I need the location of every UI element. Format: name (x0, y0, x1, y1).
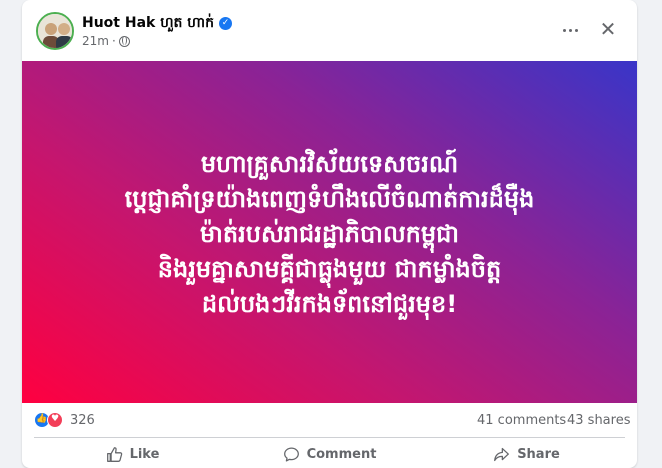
post-image-line: និងរួមគ្នាសាមគ្គីជាធ្លុងមួយ ជាកម្លាំងចិត… (157, 254, 502, 283)
more-options-button[interactable] (558, 18, 582, 42)
post-image-line: ប្ដេជ្ញាគាំទ្រយ៉ាងពេញទំហឹងលើចំណាត់ការដ៏ម… (124, 184, 535, 213)
avatar[interactable] (36, 12, 74, 50)
meta-separator: · (111, 34, 116, 48)
close-button[interactable]: ✕ (596, 18, 620, 42)
comment-button[interactable]: Comment (231, 440, 428, 468)
comment-icon (283, 446, 299, 462)
post-image-line: ម៉ាត់របស់រាជរដ្ឋាភិបាលកម្ពុជា (200, 219, 459, 248)
share-icon (494, 447, 510, 461)
post-meta: 21m · (82, 34, 130, 48)
post-image-line: មហាគ្រួសារវិស័យទេសចរណ៍ (200, 149, 459, 178)
post-image-text: មហាគ្រួសារវិស័យទេសចរណ៍ ប្ដេជ្ញាគាំទ្រយ៉ា… (95, 147, 565, 322)
author-name[interactable]: Huot Hak ហួត ហាក់ ✓ (82, 13, 232, 34)
reaction-count[interactable]: 326 (70, 413, 95, 428)
author-name-label[interactable]: Huot Hak ហួត ហាក់ (82, 13, 214, 34)
like-button[interactable]: Like (34, 440, 231, 468)
post-image-line: ដល់បងៗវីរកងទ័ពនៅជួរមុខ! (201, 289, 458, 318)
verified-badge-icon: ✓ (218, 17, 232, 30)
globe-icon[interactable] (118, 35, 130, 47)
post-image[interactable]: មហាគ្រួសារវិស័យទេសចរណ៍ ប្ដេជ្ញាគាំទ្រយ៉ា… (22, 61, 637, 403)
action-bar: Like Comment Share (34, 440, 625, 468)
reaction-icons[interactable]: 👍 ♥ (34, 412, 63, 428)
like-label: Like (129, 446, 160, 462)
more-horizontal-icon (562, 28, 566, 32)
shares-count[interactable]: 43 shares (567, 413, 630, 428)
divider (34, 437, 625, 438)
post-header: Huot Hak ហួត ហាក់ ✓ 21m · ✕ (22, 0, 637, 60)
reactions-bar: 👍 ♥ 326 41 comments 43 shares (22, 403, 637, 437)
comment-label: Comment (306, 446, 377, 462)
post-card: Huot Hak ហួត ហាក់ ✓ 21m · ✕ មហាគ្រួសារវិ… (22, 0, 637, 468)
post-time[interactable]: 21m (82, 34, 109, 48)
love-reaction-icon: ♥ (47, 412, 63, 428)
thumbs-up-icon (106, 446, 122, 462)
share-label: Share (517, 446, 560, 462)
share-button[interactable]: Share (428, 440, 625, 468)
avatar-photo-icon (38, 14, 72, 48)
comments-count[interactable]: 41 comments (477, 413, 566, 428)
